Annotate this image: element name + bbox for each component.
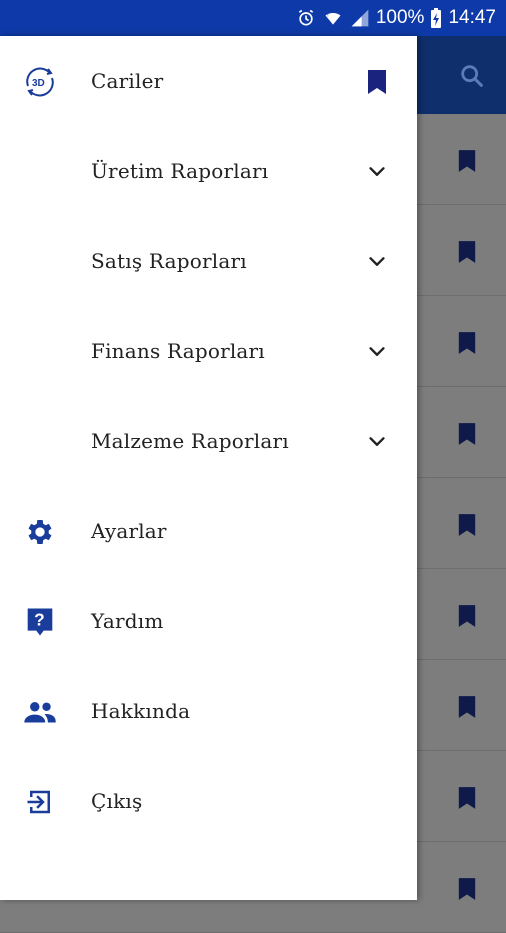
menu-label: Cariler (91, 69, 164, 93)
clock: 14:47 (448, 7, 496, 28)
menu-item-satis-raporlari[interactable]: Satış Raporları (0, 216, 417, 306)
menu-item-uretim-raporlari[interactable]: Üretim Raporları (0, 126, 417, 216)
status-icons: ! 100% 14:47 (296, 0, 496, 36)
bookmark-icon[interactable] (457, 604, 477, 632)
gear-icon (22, 514, 58, 550)
menu-item-finans-raporlari[interactable]: Finans Raporları (0, 306, 417, 396)
people-icon (22, 694, 58, 730)
menu-item-hakkinda[interactable]: Hakkında (0, 666, 417, 756)
bookmark-icon[interactable] (457, 331, 477, 359)
navigation-drawer: 3D Cariler Üretim Raporları Satış Raporl… (0, 36, 417, 900)
bookmark-icon[interactable] (457, 422, 477, 450)
bookmark-icon[interactable] (457, 877, 477, 905)
3d-rotate-icon: 3D (22, 64, 58, 100)
chevron-down-icon[interactable] (364, 159, 390, 185)
bookmark-icon[interactable] (457, 240, 477, 268)
svg-text:3D: 3D (32, 78, 45, 89)
chevron-down-icon[interactable] (364, 249, 390, 275)
menu-label: Yardım (91, 609, 164, 633)
menu-label: Çıkış (91, 789, 143, 813)
battery-percent: 100% (375, 7, 425, 28)
menu-label: Ayarlar (91, 519, 167, 543)
bookmark-icon[interactable] (457, 695, 477, 723)
chevron-down-icon[interactable] (364, 429, 390, 455)
bookmark-icon[interactable] (457, 786, 477, 814)
menu-label: Hakkında (91, 699, 191, 723)
menu-label: Üretim Raporları (91, 159, 269, 183)
chevron-down-icon[interactable] (364, 339, 390, 365)
menu-label: Satış Raporları (91, 249, 247, 273)
alarm-icon (296, 8, 316, 28)
battery-charging-icon (430, 7, 442, 29)
menu-item-cikis[interactable]: Çıkış (0, 756, 417, 846)
menu-item-malzeme-raporlari[interactable]: Malzeme Raporları (0, 396, 417, 486)
menu-item-cariler[interactable]: 3D Cariler (0, 36, 417, 126)
menu-item-ayarlar[interactable]: Ayarlar (0, 486, 417, 576)
bookmark-icon[interactable] (457, 149, 477, 177)
status-bar: ! 100% 14:47 (0, 0, 506, 36)
menu-item-yardim[interactable]: ? Yardım (0, 576, 417, 666)
wifi-icon: ! (322, 8, 344, 28)
svg-text:?: ? (34, 610, 45, 630)
bookmark-icon[interactable] (457, 513, 477, 541)
menu-label: Malzeme Raporları (91, 429, 289, 453)
bookmark-icon[interactable] (364, 69, 390, 95)
logout-icon (22, 784, 58, 820)
search-icon[interactable] (458, 62, 486, 94)
signal-icon (350, 8, 370, 28)
menu-label: Finans Raporları (91, 339, 265, 363)
help-icon: ? (22, 604, 58, 640)
